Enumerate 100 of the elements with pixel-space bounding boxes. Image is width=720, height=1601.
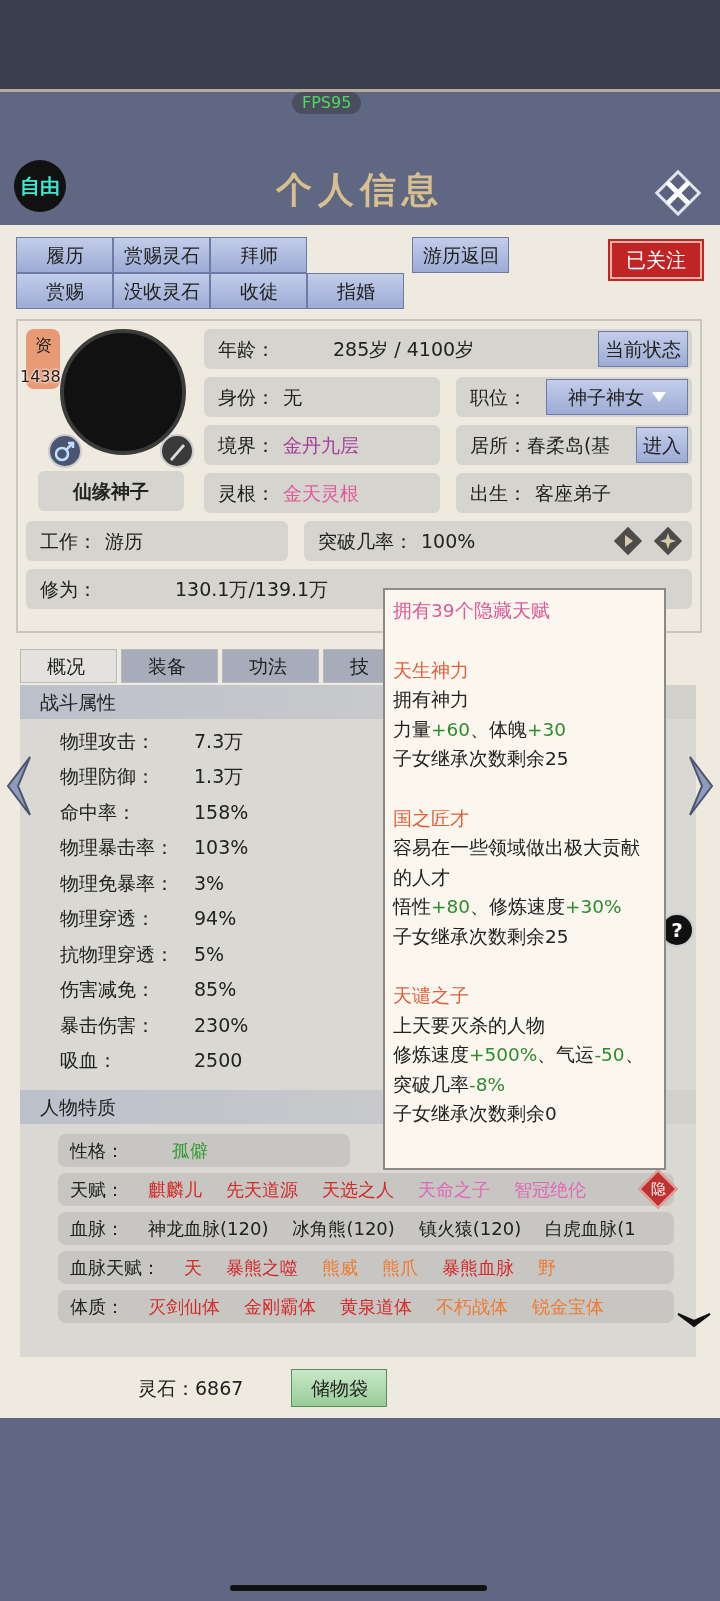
breakthrough-value: 100%: [421, 528, 476, 554]
trait-item: 野: [538, 1256, 556, 1280]
trait-item: 暴熊血脉: [442, 1256, 514, 1280]
personality-value: 孤僻: [172, 1139, 208, 1163]
talent-description: 力量+60、体魄+30: [393, 717, 568, 742]
cultivation-value: 130.1万/139.1万: [175, 576, 329, 602]
stat-value: 230%: [194, 1012, 249, 1038]
chevron-down-icon[interactable]: [676, 1310, 712, 1330]
trait-item: 暴熊之噬: [226, 1256, 298, 1280]
stat-label: 物理暴击率：: [60, 835, 175, 860]
dropdown-arrow-icon: [652, 392, 666, 402]
residence-label: 居所：: [470, 432, 527, 458]
stat-value: 3%: [194, 870, 225, 896]
tab[interactable]: 装备: [121, 649, 218, 683]
trait-label: 血脉天赋：: [70, 1256, 160, 1280]
storage-bag-button[interactable]: 储物袋: [291, 1369, 388, 1407]
follow-button[interactable]: 已关注: [610, 241, 702, 279]
page-title: 个人信息: [276, 168, 444, 210]
trait-item: 灭剑仙体: [148, 1295, 220, 1319]
trait-item: 冰角熊(120): [292, 1217, 395, 1241]
action-button[interactable]: 收徒: [210, 273, 307, 309]
trait-item: 智冠绝伦: [514, 1178, 586, 1202]
talent-description: 子女继承次数剩余0: [393, 1102, 558, 1126]
trait-item: 锐金宝体: [532, 1295, 604, 1319]
hidden-badge[interactable]: 隐: [638, 1169, 678, 1209]
male-icon[interactable]: [48, 434, 82, 468]
talent-title: 国之匠才: [393, 806, 470, 831]
brush-icon[interactable]: [160, 434, 194, 468]
stat-value: 85%: [194, 977, 237, 1002]
stat-label: 物理免暴率：: [60, 870, 175, 896]
trait-item: 镇火猿(120): [418, 1217, 522, 1241]
action-button[interactable]: 拜师: [210, 237, 307, 273]
tab[interactable]: 功法: [222, 649, 319, 683]
character-name: 仙缘神子: [38, 471, 184, 511]
job-value: 游历: [105, 528, 143, 554]
tooltip-header: 拥有39个隐藏天赋: [393, 599, 551, 623]
travel-return-button[interactable]: 游历返回: [412, 237, 509, 273]
trait-item: 白虎血脉(1: [545, 1217, 636, 1241]
stat-label: 物理攻击：: [60, 728, 156, 754]
age-value: 285岁 / 4100岁: [333, 336, 475, 362]
trait-item: 黄泉道体: [340, 1295, 412, 1319]
job-label: 工作：: [40, 528, 97, 554]
breakthrough-label: 突破几率：: [318, 528, 413, 554]
realm-value: 金丹九层: [283, 432, 359, 458]
trait-item: 神龙血脉(120): [148, 1217, 269, 1241]
birth-value: 客座弟子: [535, 480, 611, 506]
enter-button[interactable]: 进入: [636, 427, 688, 463]
action-button[interactable]: 赏赐: [16, 273, 113, 309]
stat-value: 1.3万: [194, 764, 244, 789]
stat-label: 抗物理穿透：: [60, 941, 175, 967]
trait-item: 麒麟儿: [148, 1178, 202, 1202]
stat-label: 暴击伤害：: [60, 1012, 156, 1038]
left-arrow-icon[interactable]: [4, 755, 34, 817]
talent-description: 子女继承次数剩余25: [393, 747, 570, 771]
stat-label: 伤害减免：: [60, 977, 156, 1002]
tab[interactable]: 概况: [20, 649, 117, 683]
spirit-root-value: 金天灵根: [283, 480, 359, 506]
spirit-stone-count: 灵石：6867: [138, 1375, 244, 1401]
trait-item: 天选之人: [322, 1178, 394, 1202]
talent-description: 上天要灭杀的人物: [393, 1013, 546, 1038]
identity-value: 无: [283, 384, 302, 410]
position-dropdown[interactable]: 神子神女: [546, 379, 688, 415]
aptitude-value: 1438: [20, 366, 61, 388]
action-button[interactable]: 指婚: [307, 273, 404, 309]
stat-value: 158%: [194, 799, 249, 825]
trait-item: 先天道源: [226, 1178, 298, 1202]
trait-label: 天赋：: [70, 1178, 124, 1202]
stat-label: 命中率：: [60, 799, 137, 825]
trait-item: 金刚霸体: [244, 1295, 316, 1319]
current-status-button[interactable]: 当前状态: [598, 331, 688, 367]
status-badge[interactable]: 自由: [14, 160, 66, 212]
stat-value: 7.3万: [194, 728, 244, 754]
right-arrow-icon[interactable]: [686, 755, 716, 817]
trait-item: 天: [184, 1256, 202, 1280]
stat-label: 物理防御：: [60, 764, 156, 789]
spirit-root-label: 灵根：: [218, 480, 275, 506]
talent-description: 拥有神力: [393, 688, 470, 712]
stat-value: 5%: [194, 941, 225, 967]
birth-label: 出生：: [470, 480, 527, 506]
trait-label: 血脉：: [70, 1217, 124, 1241]
action-button[interactable]: 赏赐灵石: [113, 237, 210, 273]
stat-value: 2500: [194, 1048, 243, 1073]
talent-description: 悟性+80、修炼速度+30%: [393, 895, 623, 919]
trait-label: 体质：: [70, 1295, 124, 1319]
talent-description: 容易在一些领域做出极大贡献的人才: [393, 836, 641, 890]
stat-label: 吸血：: [60, 1048, 118, 1073]
stat-value: 103%: [194, 835, 249, 860]
action-button[interactable]: 没收灵石: [113, 273, 210, 309]
trait-label: 性格：: [70, 1139, 124, 1163]
talent-description: 子女继承次数剩余25: [393, 924, 570, 949]
realm-label: 境界：: [218, 432, 275, 458]
trait-item: 熊爪: [382, 1256, 418, 1280]
stat-label: 物理穿透：: [60, 906, 156, 931]
trait-item: 熊威: [322, 1256, 358, 1280]
trait-item: 不朽战体: [436, 1295, 508, 1319]
fps-counter: FPS95: [292, 92, 362, 114]
stat-value: 94%: [194, 906, 237, 931]
age-label: 年龄：: [218, 336, 275, 362]
talent-title: 天谴之子: [393, 984, 470, 1008]
action-button[interactable]: 履历: [16, 237, 113, 273]
